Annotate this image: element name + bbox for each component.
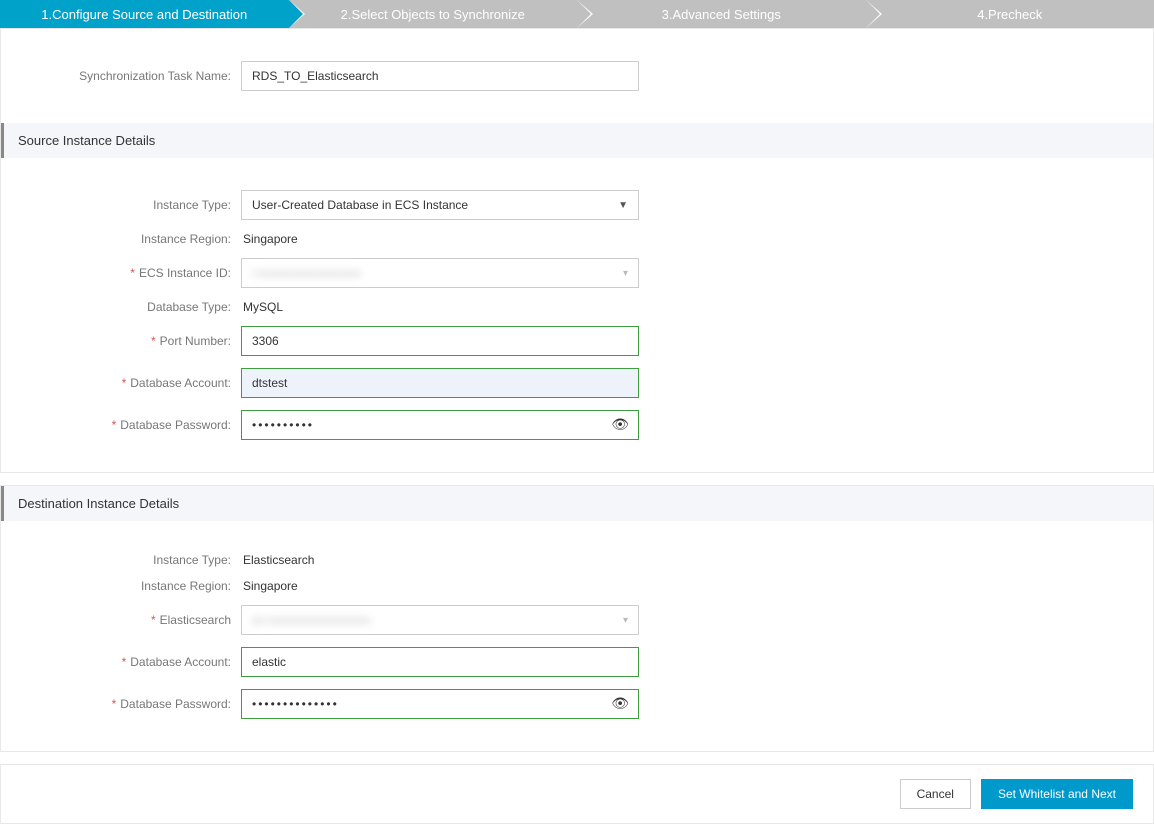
source-db-password-label: *Database Password: <box>1 418 241 432</box>
task-name-input[interactable] <box>241 61 639 91</box>
ecs-instance-id-value: i-xxxxxxxxxxxxxxxxx <box>252 266 361 280</box>
source-instance-type-value: User-Created Database in ECS Instance <box>252 198 468 212</box>
source-region-value: Singapore <box>241 232 298 246</box>
dest-instance-type-value: Elasticsearch <box>241 553 314 567</box>
source-instance-type-label: Instance Type: <box>1 198 241 212</box>
step-2-select-objects[interactable]: 2.Select Objects to Synchronize <box>289 0 578 28</box>
elasticsearch-value: es-xxxxxxxxxxxxxxxxx <box>252 613 371 627</box>
port-number-input[interactable] <box>241 326 639 356</box>
dest-db-password-label: *Database Password: <box>1 697 241 711</box>
source-db-type-label: Database Type: <box>1 300 241 314</box>
elasticsearch-select[interactable]: es-xxxxxxxxxxxxxxxxx ▾ <box>241 605 639 635</box>
step-1-configure[interactable]: 1.Configure Source and Destination <box>0 0 289 28</box>
set-whitelist-next-button[interactable]: Set Whitelist and Next <box>981 779 1133 809</box>
source-instance-type-select[interactable]: User-Created Database in ECS Instance ▼ <box>241 190 639 220</box>
dest-db-account-input[interactable] <box>241 647 639 677</box>
ecs-instance-id-select[interactable]: i-xxxxxxxxxxxxxxxxx ▾ <box>241 258 639 288</box>
port-number-label: *Port Number: <box>1 334 241 348</box>
dest-db-password-input[interactable] <box>241 689 639 719</box>
chevron-down-icon: ▾ <box>623 268 628 279</box>
ecs-instance-id-label: *ECS Instance ID: <box>1 266 241 280</box>
step-3-advanced[interactable]: 3.Advanced Settings <box>577 0 866 28</box>
dest-db-account-label: *Database Account: <box>1 655 241 669</box>
dest-section-header: Destination Instance Details <box>1 486 1153 521</box>
step-4-precheck[interactable]: 4.Precheck <box>866 0 1154 28</box>
dest-panel: Destination Instance Details Instance Ty… <box>0 485 1154 752</box>
task-name-label: Synchronization Task Name: <box>1 69 241 83</box>
wizard-steps: 1.Configure Source and Destination 2.Sel… <box>0 0 1154 28</box>
dest-instance-type-label: Instance Type: <box>1 553 241 567</box>
chevron-down-icon: ▾ <box>623 615 628 626</box>
source-db-password-input[interactable] <box>241 410 639 440</box>
source-section-header: Source Instance Details <box>1 123 1153 158</box>
elasticsearch-label: *Elasticsearch <box>1 613 241 627</box>
source-db-type-value: MySQL <box>241 300 283 314</box>
chevron-down-icon: ▼ <box>618 200 628 211</box>
cancel-button[interactable]: Cancel <box>900 779 971 809</box>
source-db-account-label: *Database Account: <box>1 376 241 390</box>
dest-region-label: Instance Region: <box>1 579 241 593</box>
task-name-panel: Synchronization Task Name: Source Instan… <box>0 28 1154 473</box>
footer-bar: Cancel Set Whitelist and Next <box>0 764 1154 824</box>
dest-region-value: Singapore <box>241 579 298 593</box>
eye-icon[interactable]: 👁 <box>611 695 629 712</box>
source-db-account-input[interactable] <box>241 368 639 398</box>
eye-icon[interactable]: 👁 <box>611 416 629 433</box>
source-region-label: Instance Region: <box>1 232 241 246</box>
